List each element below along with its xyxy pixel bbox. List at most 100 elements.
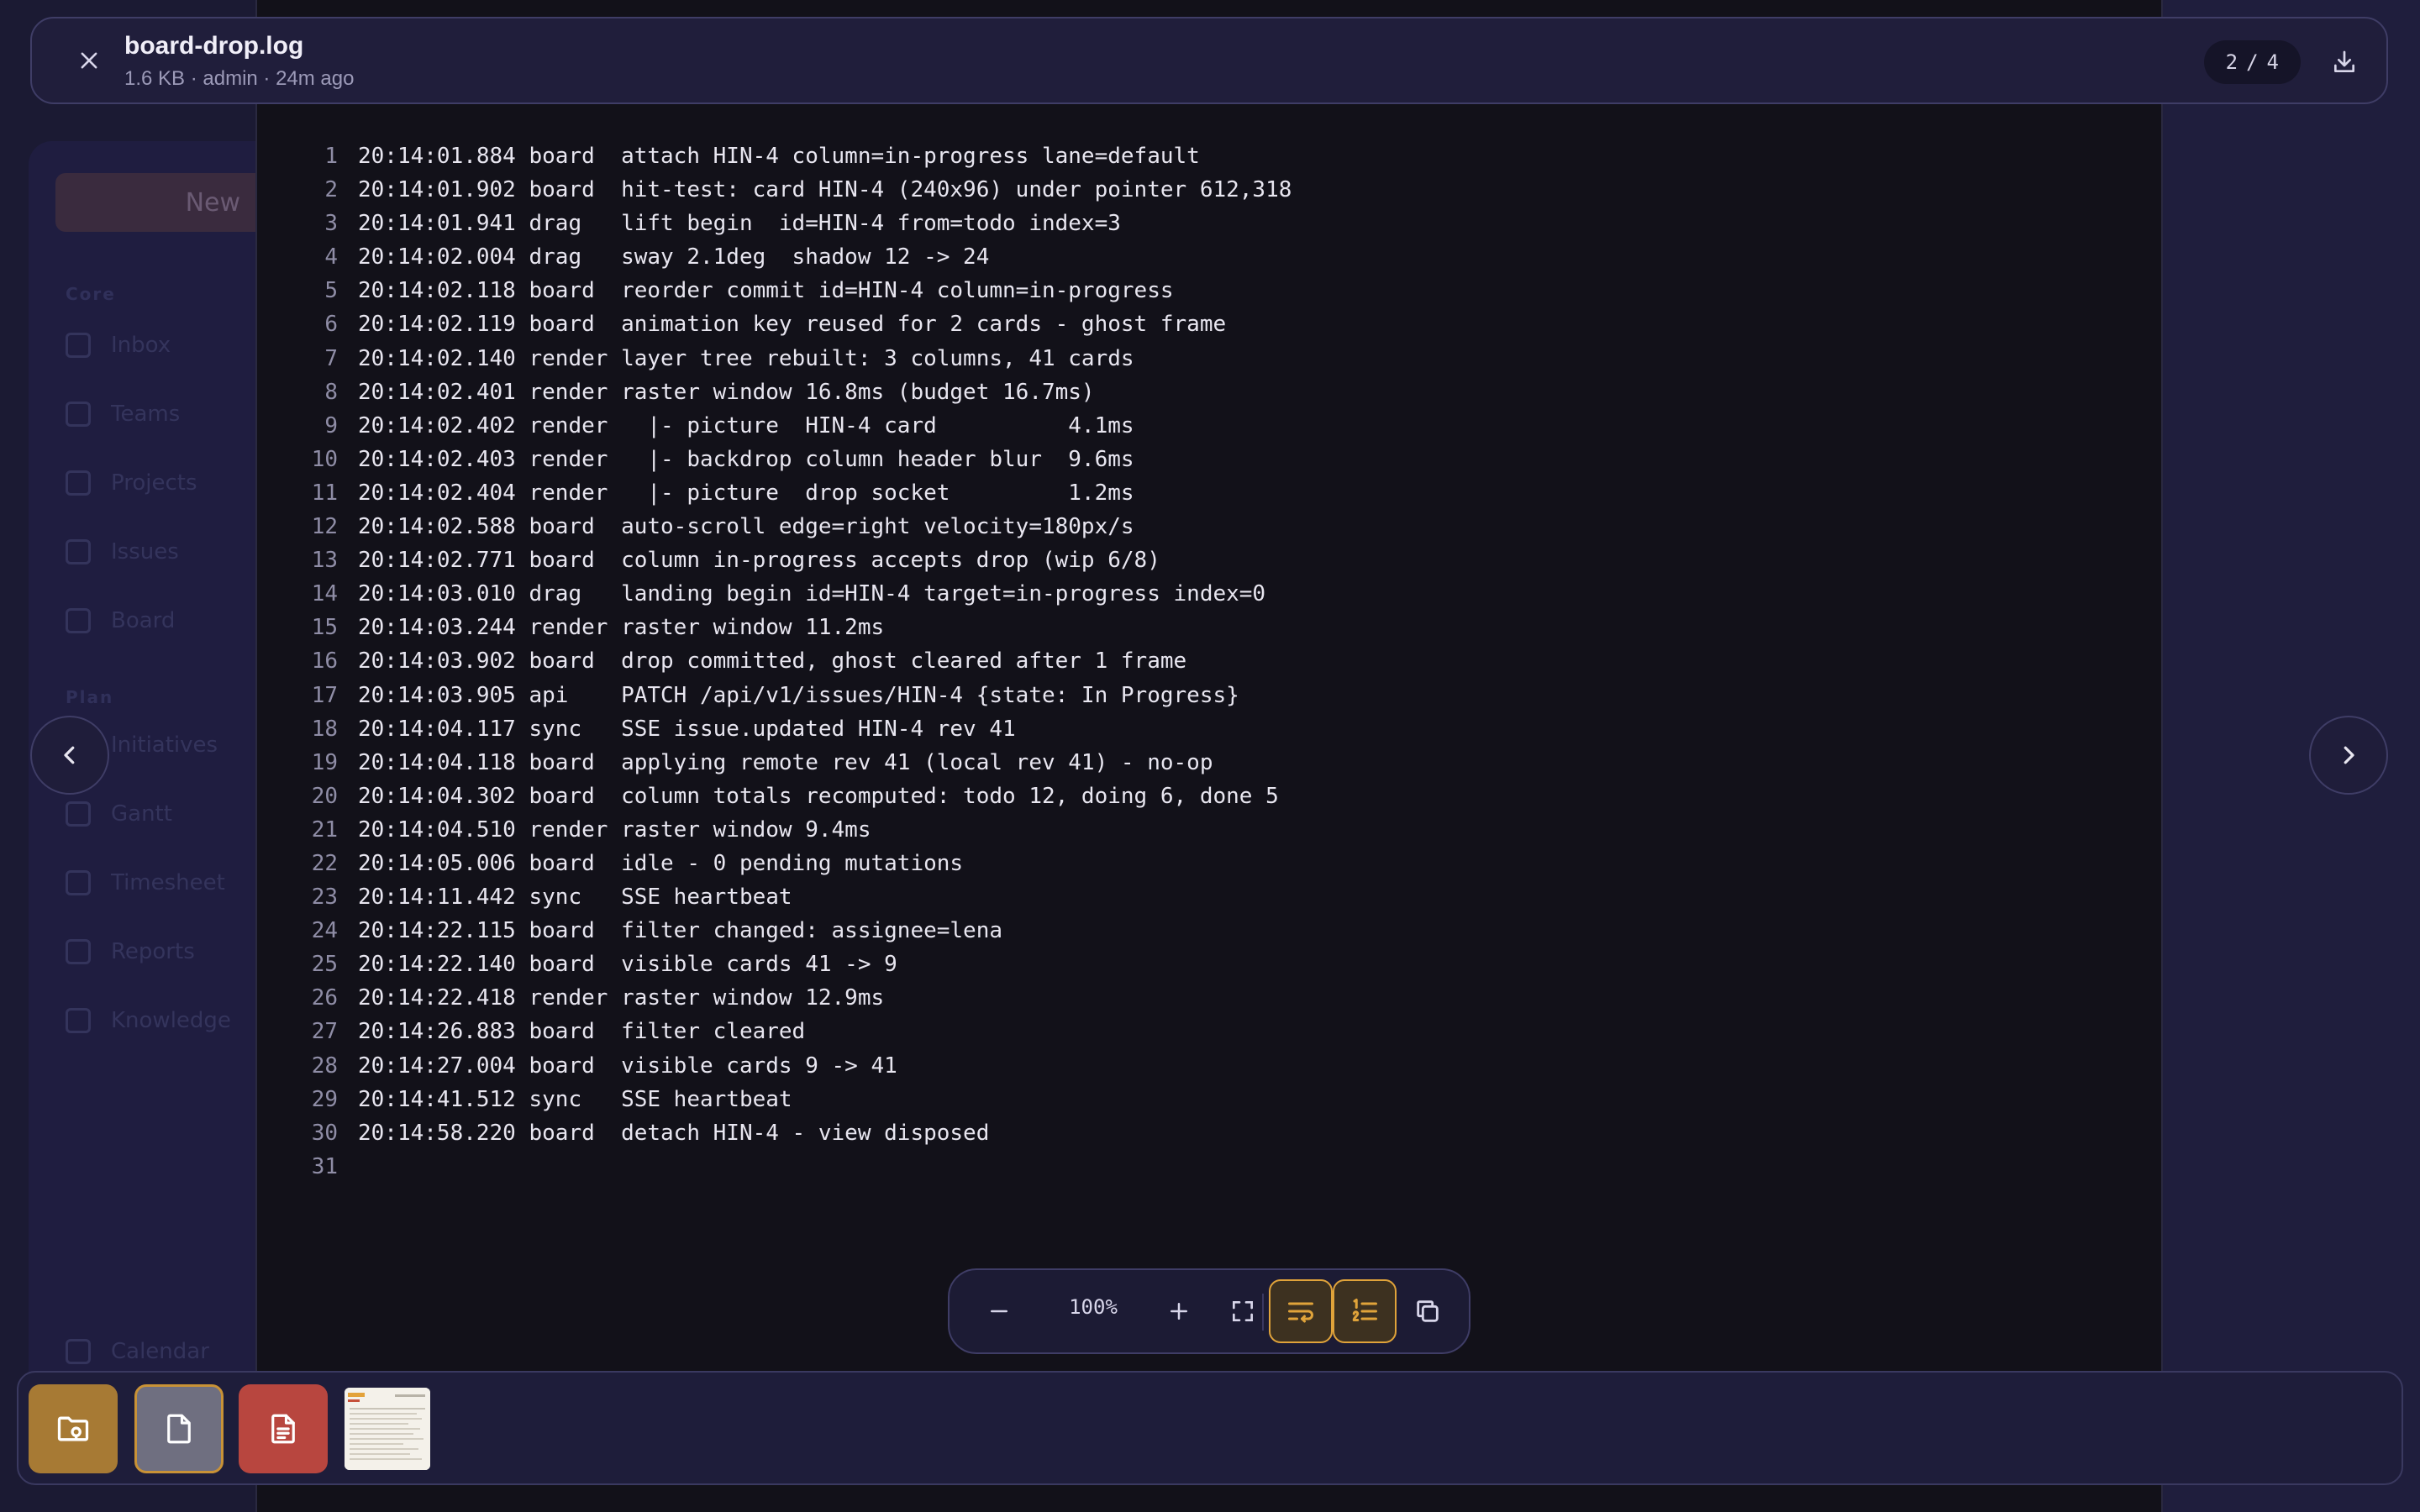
- log-line: 3 20:14:01.941 drag lift begin id=HIN-4 f…: [294, 207, 2143, 240]
- log-text: 20:14:01.884 board attach HIN-4 column=i…: [358, 144, 1200, 169]
- fullscreen-icon: [1233, 1301, 1253, 1321]
- wrap-lines-icon: [1288, 1302, 1313, 1323]
- log-text: 20:14:02.140 render layer tree rebuilt: …: [358, 345, 1134, 371]
- close-icon: [81, 52, 97, 69]
- log-text: 20:14:26.883 board filter cleared: [358, 1019, 806, 1045]
- background-nav-item: Teams: [66, 402, 180, 427]
- log-line: 30 20:14:58.220 board detach HIN-4 - view…: [294, 1116, 2143, 1150]
- log-text: 20:14:03.244 render raster window 11.2ms: [358, 615, 885, 641]
- zoom-out-button[interactable]: [973, 1285, 1025, 1337]
- line-number: 24: [311, 918, 338, 944]
- line-number: 9: [324, 412, 338, 438]
- line-number: 1: [324, 144, 338, 169]
- line-number: 8: [324, 379, 338, 405]
- line-number: 17: [311, 682, 338, 708]
- page-counter: 2 / 4: [2203, 40, 2301, 84]
- log-line: 14 20:14:03.010 drag landing begin id=HIN…: [294, 577, 2143, 611]
- file-meta: 1.6 KB · admin · 24m ago: [124, 67, 355, 90]
- next-file-button[interactable]: [2309, 716, 2388, 795]
- log-text: 20:14:58.220 board detach HIN-4 - view d…: [358, 1120, 990, 1146]
- page-current: 2: [2225, 50, 2238, 74]
- page-total: 4: [2266, 50, 2279, 74]
- background-nav-item: Gantt: [66, 801, 172, 827]
- log-text: 20:14:22.140 board visible cards 41 -> 9: [358, 952, 897, 978]
- folder-sync-icon: [57, 1416, 89, 1441]
- log-text: 20:14:22.115 board filter changed: assig…: [358, 918, 1003, 944]
- log-line: 31: [294, 1150, 2143, 1184]
- log-line: 12 20:14:02.588 board auto-scroll edge=ri…: [294, 510, 2143, 543]
- log-line: 11 20:14:02.404 render |- picture drop so…: [294, 476, 2143, 510]
- log-text: 20:14:01.902 board hit-test: card HIN-4 …: [358, 177, 1292, 203]
- zoom-in-button[interactable]: [1153, 1285, 1205, 1337]
- line-number: 27: [311, 1019, 338, 1045]
- line-numbers-toggle[interactable]: [1333, 1279, 1397, 1343]
- log-line: 9 20:14:02.402 render |- picture HIN-4 ca…: [294, 409, 2143, 443]
- line-number: 21: [311, 816, 338, 843]
- log-line: 29 20:14:41.512 sync SSE heartbeat: [294, 1083, 2143, 1116]
- folder-thumbnail[interactable]: [29, 1384, 118, 1473]
- log-line: 17 20:14:03.905 api PATCH /api/v1/issues/…: [294, 679, 2143, 712]
- log-line: 10 20:14:02.403 render |- backdrop column…: [294, 443, 2143, 476]
- background-section-core: Core: [66, 284, 116, 304]
- log-text: 20:14:02.588 board auto-scroll edge=righ…: [358, 514, 1134, 540]
- log-line: 28 20:14:27.004 board visible cards 9 -> …: [294, 1049, 2143, 1083]
- log-line: 2 20:14:01.902 board hit-test: card HIN-4…: [294, 173, 2143, 207]
- log-text: 20:14:04.117 sync SSE issue.updated HIN-…: [358, 716, 1016, 742]
- background-nav-item: Timesheet: [66, 870, 225, 895]
- wrap-lines-toggle[interactable]: [1269, 1279, 1333, 1343]
- copy-icon: [1417, 1300, 1439, 1322]
- image-thumbnail[interactable]: [345, 1388, 430, 1470]
- chevron-right-icon: [2344, 746, 2354, 764]
- log-text: 20:14:03.902 board drop committed, ghost…: [358, 648, 1187, 675]
- log-line: 26 20:14:22.418 render raster window 12.9…: [294, 981, 2143, 1015]
- line-number: 28: [311, 1053, 338, 1079]
- line-number: 7: [324, 345, 338, 371]
- line-number: 18: [311, 716, 338, 742]
- close-button[interactable]: [67, 39, 111, 82]
- log-text: 20:14:01.941 drag lift begin id=HIN-4 fr…: [358, 211, 1121, 237]
- download-icon: [2334, 50, 2354, 72]
- page-separator: /: [2246, 50, 2259, 74]
- log-text: 20:14:02.401 render raster window 16.8ms…: [358, 379, 1095, 405]
- log-line: 21 20:14:04.510 render raster window 9.4m…: [294, 813, 2143, 847]
- log-line: 19 20:14:04.118 board applying remote rev…: [294, 746, 2143, 780]
- log-line: 6 20:14:02.119 board animation key reused…: [294, 307, 2143, 341]
- pdf-thumbnail[interactable]: [239, 1384, 328, 1473]
- background-nav-item: Board: [66, 608, 175, 633]
- line-number: 2: [324, 177, 338, 203]
- log-line: 13 20:14:02.771 board column in-progress …: [294, 543, 2143, 577]
- download-button[interactable]: [2321, 39, 2368, 86]
- background-nav-item: Projects: [66, 470, 197, 496]
- line-number: 11: [311, 480, 338, 506]
- log-text: 20:14:11.442 sync SSE heartbeat: [358, 885, 792, 911]
- line-number: 12: [311, 514, 338, 540]
- log-content: 1 20:14:01.884 board attach HIN-4 column=…: [294, 139, 2143, 1184]
- log-text: 20:14:22.418 render raster window 12.9ms: [358, 985, 885, 1011]
- log-text: 20:14:03.905 api PATCH /api/v1/issues/HI…: [358, 682, 1239, 708]
- log-line: 25 20:14:22.140 board visible cards 41 ->…: [294, 948, 2143, 981]
- log-line: 27 20:14:26.883 board filter cleared: [294, 1015, 2143, 1048]
- screenshot-preview: [345, 1388, 430, 1470]
- line-number: 26: [311, 985, 338, 1011]
- log-text: 20:14:41.512 sync SSE heartbeat: [358, 1086, 792, 1112]
- background-new-button: New: [55, 173, 274, 232]
- previous-file-button[interactable]: [30, 716, 109, 795]
- copy-button[interactable]: [1402, 1285, 1454, 1337]
- background-section-plan: Plan: [66, 687, 114, 707]
- zoom-level: 100%: [1069, 1295, 1118, 1319]
- log-text: 20:14:27.004 board visible cards 9 -> 41: [358, 1053, 897, 1079]
- line-number: 30: [311, 1120, 338, 1146]
- line-number: 6: [324, 312, 338, 338]
- log-text: 20:14:04.302 board column totals recompu…: [358, 783, 1279, 809]
- log-line: 20 20:14:04.302 board column totals recom…: [294, 780, 2143, 813]
- line-number: 3: [324, 211, 338, 237]
- background-nav-item: Inbox: [66, 333, 171, 358]
- log-text: 20:14:02.403 render |- backdrop column h…: [358, 446, 1134, 472]
- chevron-left-icon: [64, 746, 75, 764]
- document-thumbnail[interactable]: [134, 1384, 224, 1473]
- log-text: 20:14:02.119 board animation key reused …: [358, 312, 1227, 338]
- log-text: 20:14:03.010 drag landing begin id=HIN-4…: [358, 581, 1266, 607]
- fullscreen-button[interactable]: [1217, 1285, 1269, 1337]
- log-line: 22 20:14:05.006 board idle - 0 pending mu…: [294, 847, 2143, 880]
- log-text: 20:14:02.004 drag sway 2.1deg shadow 12 …: [358, 244, 990, 270]
